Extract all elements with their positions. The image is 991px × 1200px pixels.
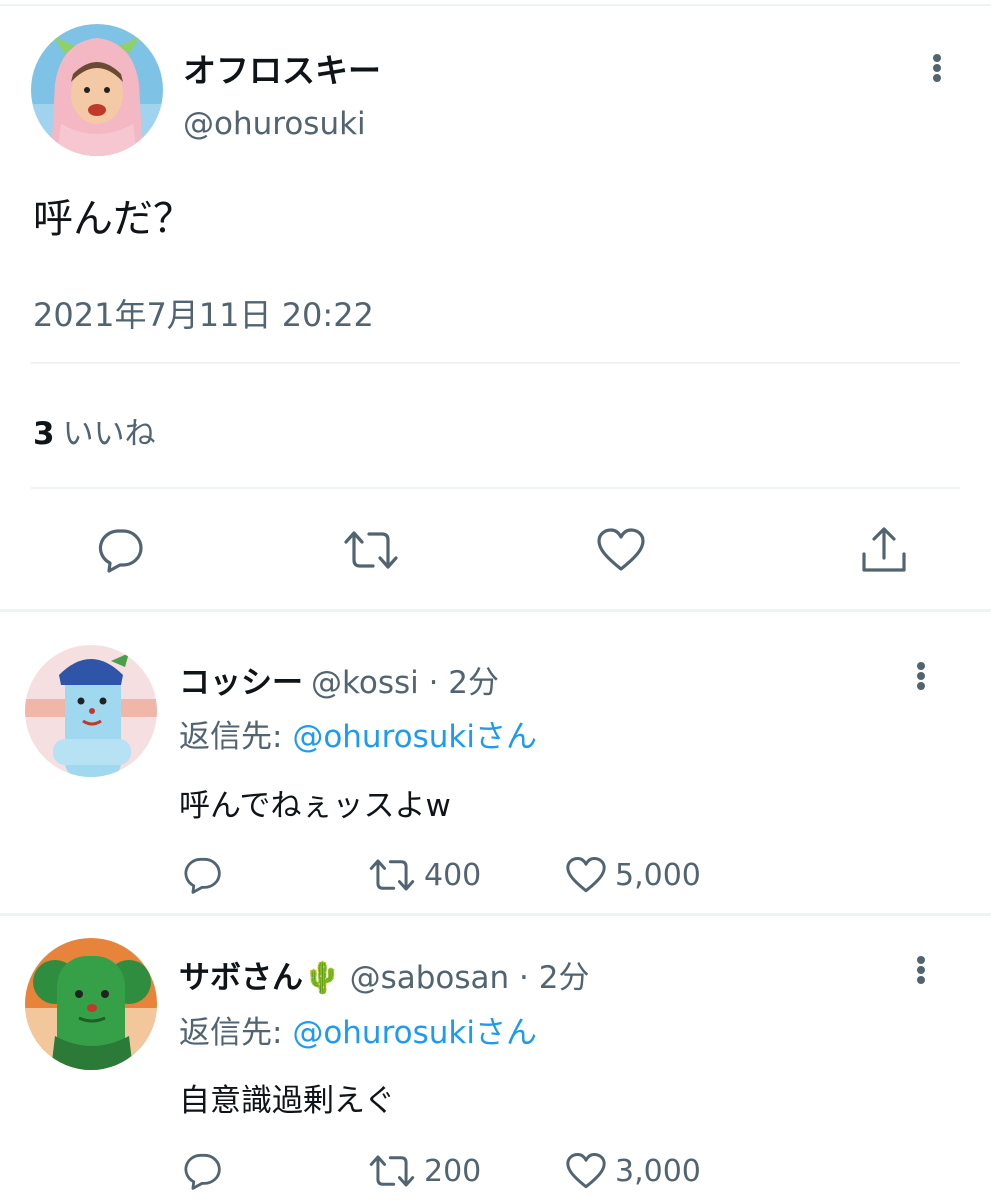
reply-button[interactable] [182,1152,230,1190]
reply-to-mention[interactable]: @ohurosukiさん [292,719,537,755]
tweet-detail-page: オフロスキー @ohurosuki 呼んだ？ 2021年7月11日 20:22 … [0,0,991,1200]
retweet-icon [369,859,415,891]
heart-icon[interactable] [596,527,646,573]
share-icon[interactable] [860,526,908,574]
reply-meta[interactable]: @kossi · 2分 [311,665,499,701]
retweet-icon [369,1155,415,1187]
retweet-icon[interactable] [342,528,400,572]
reply-icon [184,1153,221,1190]
likes-label: いいね [62,416,156,452]
retweet-count: 400 [424,857,482,893]
heart-icon [566,856,606,893]
divider [31,487,960,489]
tweet-text: 呼んだ？ [33,196,193,242]
likes-count: 3 [33,416,55,452]
reply-header: コッシー @kossi · 2分 [179,657,499,702]
author-avatar[interactable] [31,24,163,156]
reply-to-line: 返信先: @ohurosukiさん [179,1007,537,1052]
reply-header: サボさん🌵 @sabosan · 2分 [179,952,589,997]
retweet-count: 200 [424,1153,482,1189]
like-button[interactable]: 5,000 [565,856,701,894]
reply-display-name[interactable]: コッシー [179,665,303,701]
author-display-name[interactable]: オフロスキー [183,44,381,92]
more-options-icon[interactable] [909,654,933,698]
reply-to-label: 返信先: [179,1015,293,1051]
reply-button[interactable] [182,856,230,894]
reply-avatar[interactable] [25,938,157,1070]
reply-text: 自意識過剰えぐ [179,1083,396,1119]
retweet-button[interactable]: 400 [368,856,481,894]
reply-to-mention[interactable]: @ohurosukiさん [292,1015,537,1051]
reply-display-name[interactable]: サボさん [179,960,303,996]
retweet-button[interactable]: 200 [368,1152,481,1190]
section-divider [0,609,991,612]
reply-avatar[interactable] [25,645,157,777]
tweet-timestamp[interactable]: 2021年7月11日 20:22 [33,290,374,336]
author-handle[interactable]: @ohurosuki [183,106,366,142]
reply-to-line: 返信先: @ohurosukiさん [179,711,537,756]
cactus-emoji-icon: 🌵 [303,960,342,996]
like-button[interactable]: 3,000 [565,1152,701,1190]
more-options-icon[interactable] [925,46,949,90]
section-divider [0,913,991,916]
heart-icon [566,1152,606,1189]
likes-summary[interactable]: 3 いいね [33,408,156,453]
reply-to-label: 返信先: [179,719,293,755]
like-count: 5,000 [615,857,701,893]
reply-text: 呼んでねぇッスよw [179,788,451,824]
reply-icon [184,857,221,894]
reply-icon[interactable] [96,527,144,573]
like-count: 3,000 [615,1153,701,1189]
more-options-icon[interactable] [909,948,933,992]
top-divider [0,4,991,6]
divider [31,362,960,364]
reply-meta[interactable]: @sabosan · 2分 [350,960,590,996]
